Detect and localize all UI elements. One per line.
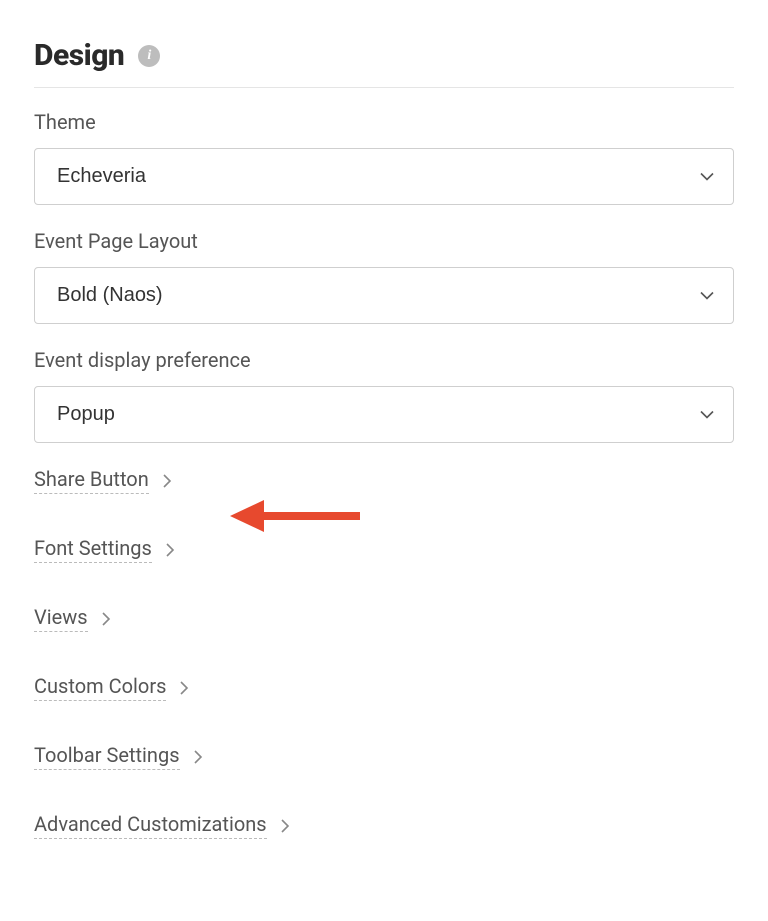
views-row[interactable]: Views — [34, 605, 734, 632]
chevron-right-icon — [163, 474, 172, 488]
toolbar-settings-row[interactable]: Toolbar Settings — [34, 743, 734, 770]
layout-field: Event Page Layout Bold (Naos) — [34, 229, 734, 324]
toolbar-settings-label: Toolbar Settings — [34, 743, 180, 770]
layout-select-value[interactable]: Bold (Naos) — [34, 267, 734, 324]
custom-colors-row[interactable]: Custom Colors — [34, 674, 734, 701]
display-label: Event display preference — [34, 348, 734, 372]
info-icon[interactable]: i — [138, 45, 160, 67]
share-button-row[interactable]: Share Button — [34, 467, 734, 494]
layout-label: Event Page Layout — [34, 229, 734, 253]
page-title: Design — [34, 38, 124, 73]
display-select-value[interactable]: Popup — [34, 386, 734, 443]
chevron-right-icon — [166, 543, 175, 557]
theme-select-value[interactable]: Echeveria — [34, 148, 734, 205]
chevron-right-icon — [194, 750, 203, 764]
chevron-right-icon — [281, 819, 290, 833]
theme-select[interactable]: Echeveria — [34, 148, 734, 205]
design-panel: Design i Theme Echeveria Event Page Layo… — [0, 0, 768, 859]
font-settings-row[interactable]: Font Settings — [34, 536, 734, 563]
display-field: Event display preference Popup — [34, 348, 734, 443]
custom-colors-label: Custom Colors — [34, 674, 166, 701]
annotation-arrow — [230, 496, 360, 536]
theme-label: Theme — [34, 110, 734, 134]
theme-field: Theme Echeveria — [34, 110, 734, 205]
chevron-right-icon — [102, 612, 111, 626]
layout-select[interactable]: Bold (Naos) — [34, 267, 734, 324]
advanced-customizations-label: Advanced Customizations — [34, 812, 267, 839]
views-label: Views — [34, 605, 88, 632]
share-button-label: Share Button — [34, 467, 149, 494]
panel-header: Design i — [34, 38, 734, 88]
display-select[interactable]: Popup — [34, 386, 734, 443]
advanced-customizations-row[interactable]: Advanced Customizations — [34, 812, 734, 839]
chevron-right-icon — [180, 681, 189, 695]
font-settings-label: Font Settings — [34, 536, 152, 563]
